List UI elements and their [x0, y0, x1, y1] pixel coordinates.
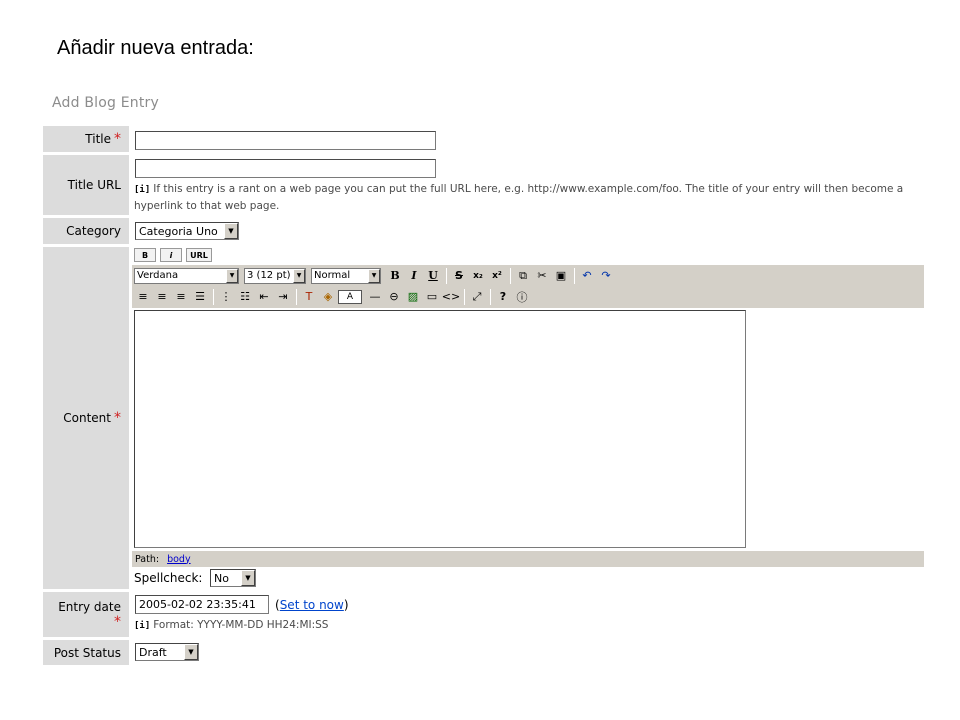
mode-italic-button[interactable]: i [160, 248, 182, 262]
set-to-now-group: (Set to now) [275, 598, 349, 612]
title-url-row: Title URL [i] If this entry is a rant on … [43, 155, 924, 215]
color-box[interactable]: A [338, 289, 362, 304]
table-icon[interactable]: ▭ [423, 288, 441, 306]
horizontal-rule-icon[interactable]: — [366, 288, 384, 306]
html-source-icon[interactable]: <> [442, 288, 460, 306]
content-row: Content* B i URL Verdana ▼ 3 (12 pt) ▼ [43, 247, 924, 589]
editor-mode-buttons: B i URL [134, 248, 212, 262]
toolbar-separator [490, 288, 491, 305]
toolbar-separator [296, 288, 297, 305]
chevron-down-icon: ▼ [368, 268, 380, 283]
image-icon[interactable]: ▨ [404, 288, 422, 306]
post-status-row: Post Status Draft ▼ [43, 640, 924, 665]
post-status-select[interactable]: Draft ▼ [135, 643, 199, 661]
text-color-icon[interactable]: T [300, 288, 318, 306]
content-label: Content * [43, 247, 129, 589]
chevron-down-icon[interactable]: ▼ [241, 570, 255, 586]
subscript-icon[interactable]: x₂ [469, 267, 487, 285]
chevron-down-icon: ▼ [226, 268, 238, 283]
font-size-select[interactable]: 3 (12 pt) ▼ [244, 267, 306, 284]
required-marker: * [114, 613, 121, 630]
toolbar-row-2: ≡ ≡ ≡ ☰ ⋮ ☷ ⇤ ⇥ T ◈ A — ⊖ ▨ ▭ <> ⤢ ? ⓘ [132, 286, 924, 307]
editor-path-bar: Path: body [132, 551, 924, 567]
copy-icon[interactable]: ⧉ [514, 267, 532, 285]
align-left-icon[interactable]: ≡ [134, 288, 152, 306]
form-heading: Add Blog Entry [52, 95, 160, 111]
entry-date-input[interactable] [135, 595, 269, 614]
cut-icon[interactable]: ✂ [533, 267, 551, 285]
paste-icon[interactable]: ▣ [552, 267, 570, 285]
editor-toolbar: Verdana ▼ 3 (12 pt) ▼ Normal ▼ B I U S x… [132, 265, 924, 308]
title-input[interactable] [135, 131, 436, 150]
about-icon[interactable]: ⓘ [513, 288, 531, 306]
title-url-hint: [i] If this entry is a rant on a web page… [134, 183, 904, 212]
required-marker: * [114, 131, 121, 147]
title-url-label: Title URL [43, 155, 129, 215]
superscript-icon[interactable]: x² [488, 267, 506, 285]
category-row: Category Categoria Uno ▼ [43, 218, 924, 244]
align-justify-icon[interactable]: ☰ [191, 288, 209, 306]
chevron-down-icon[interactable]: ▼ [184, 644, 198, 660]
entry-date-label: Entry date * [43, 592, 129, 637]
mode-bold-button[interactable]: B [134, 248, 156, 262]
toolbar-separator [464, 288, 465, 305]
toolbar-separator [213, 288, 214, 305]
path-body-link[interactable]: body [167, 554, 191, 565]
align-right-icon[interactable]: ≡ [172, 288, 190, 306]
toolbar-row-1: Verdana ▼ 3 (12 pt) ▼ Normal ▼ B I U S x… [132, 265, 924, 286]
format-select[interactable]: Normal ▼ [311, 267, 381, 284]
background-color-icon[interactable]: ◈ [319, 288, 337, 306]
toolbar-separator [446, 267, 447, 284]
title-label: Title * [43, 126, 129, 152]
italic-icon[interactable]: I [405, 267, 423, 285]
post-status-label: Post Status [43, 640, 129, 665]
info-icon: [i] [134, 621, 151, 631]
chevron-down-icon[interactable]: ▼ [224, 223, 238, 239]
required-marker: * [114, 410, 121, 426]
undo-icon[interactable]: ↶ [578, 267, 596, 285]
strikethrough-icon[interactable]: S [450, 267, 468, 285]
title-row: Title * [43, 126, 924, 152]
set-to-now-link[interactable]: Set to now [280, 598, 344, 612]
spellcheck-select[interactable]: No ▼ [210, 569, 256, 587]
slide-title: Añadir nueva entrada: [57, 37, 254, 59]
title-url-input[interactable] [135, 159, 436, 178]
chevron-down-icon: ▼ [293, 268, 305, 283]
spellcheck-label: Spellcheck: [134, 571, 203, 585]
toolbar-separator [510, 267, 511, 284]
category-select[interactable]: Categoria Uno ▼ [135, 222, 239, 240]
redo-icon[interactable]: ↷ [597, 267, 615, 285]
info-icon: [i] [134, 185, 151, 195]
align-center-icon[interactable]: ≡ [153, 288, 171, 306]
indent-icon[interactable]: ⇥ [274, 288, 292, 306]
outdent-icon[interactable]: ⇤ [255, 288, 273, 306]
font-family-select[interactable]: Verdana ▼ [134, 267, 239, 284]
entry-date-row: Entry date * (Set to now) [i]Format: YYY… [43, 592, 924, 637]
unordered-list-icon[interactable]: ☷ [236, 288, 254, 306]
ordered-list-icon[interactable]: ⋮ [217, 288, 235, 306]
link-icon[interactable]: ⊖ [385, 288, 403, 306]
mode-url-button[interactable]: URL [186, 248, 212, 262]
help-icon[interactable]: ? [494, 288, 512, 306]
entry-date-hint: [i] Format: YYYY-MM-DD HH24:MI:SS [134, 619, 329, 631]
fullscreen-icon[interactable]: ⤢ [468, 288, 486, 306]
content-editor-area[interactable] [134, 310, 746, 548]
underline-icon[interactable]: U [424, 267, 442, 285]
bold-icon[interactable]: B [386, 267, 404, 285]
category-label: Category [43, 218, 129, 244]
toolbar-separator [574, 267, 575, 284]
